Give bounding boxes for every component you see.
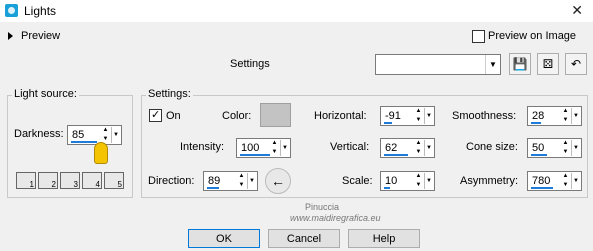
light-source-title: Light source: [12, 88, 79, 100]
vertical-stepper[interactable]: ▲ ▼ [414, 140, 423, 156]
asymmetry-spinbox[interactable]: 780 ▲ ▼ ▼ [527, 171, 582, 191]
cancel-button[interactable]: Cancel [268, 229, 340, 248]
smoothness-value: 28 [532, 110, 545, 122]
smoothness-slider[interactable] [531, 122, 541, 124]
on-label[interactable]: On [166, 110, 181, 122]
app-icon [5, 4, 18, 17]
intensity-dropdown[interactable]: ▼ [280, 140, 289, 156]
save-preset-button[interactable]: 💾 [509, 53, 531, 75]
darkness-value: 85 [72, 129, 85, 141]
smoothness-stepper[interactable]: ▲ ▼ [561, 108, 570, 124]
color-label: Color: [222, 110, 252, 122]
horizontal-spinbox[interactable]: -91 ▲ ▼ ▼ [380, 106, 435, 126]
floppy-disk-icon: 💾 [512, 57, 528, 71]
asymmetry-slider[interactable] [531, 187, 553, 189]
chevron-down-icon[interactable]: ▼ [485, 55, 500, 74]
light-preset-5[interactable]: 5 [104, 172, 124, 189]
intensity-value: 100 [241, 142, 260, 154]
vertical-spinbox[interactable]: 62 ▲ ▼ ▼ [380, 138, 435, 158]
preview-on-image-checkbox[interactable] [472, 30, 485, 43]
intensity-stepper[interactable]: ▲ ▼ [270, 140, 279, 156]
cone-size-spinbox[interactable]: 50 ▲ ▼ ▼ [527, 138, 582, 158]
preset-select[interactable]: ▼ [375, 54, 501, 75]
horizontal-stepper[interactable]: ▲ ▼ [414, 108, 423, 124]
light-preset-3[interactable]: 3 [60, 172, 80, 189]
direction-label: Direction: [148, 175, 195, 187]
scale-spinbox[interactable]: 10 ▲ ▼ ▼ [380, 171, 435, 191]
darkness-slider[interactable] [71, 141, 97, 143]
vertical-slider[interactable] [384, 154, 408, 156]
cone-size-label: Cone size: [466, 141, 518, 153]
cone-size-dropdown[interactable]: ▼ [571, 140, 580, 156]
dice-icon: ⚄ [542, 57, 554, 71]
direction-dropdown[interactable]: ▼ [247, 173, 256, 189]
direction-spinbox[interactable]: 89 ▲ ▼ ▼ [203, 171, 258, 191]
settings-title: Settings: [146, 88, 193, 100]
ok-button[interactable]: OK [188, 229, 260, 248]
on-checkbox[interactable] [149, 108, 162, 122]
expand-triangle-icon[interactable] [8, 32, 13, 40]
asymmetry-value: 780 [532, 175, 551, 187]
darkness-label: Darkness: [14, 128, 64, 140]
watermark-url: www.maidiregrafica.eu [290, 213, 381, 223]
direction-stepper[interactable]: ▲ ▼ [237, 173, 246, 189]
intensity-spinbox[interactable]: 100 ▲ ▼ ▼ [236, 138, 291, 158]
horizontal-slider[interactable] [384, 122, 392, 124]
smoothness-label: Smoothness: [452, 110, 517, 122]
close-button[interactable]: ✕ [571, 2, 583, 19]
horizontal-dropdown[interactable]: ▼ [424, 108, 433, 124]
scale-value: 10 [385, 175, 398, 187]
darkness-dropdown[interactable]: ▼ [111, 127, 120, 143]
light-preset-1[interactable]: 1 [16, 172, 36, 189]
smoothness-spinbox[interactable]: 28 ▲ ▼ ▼ [527, 106, 582, 126]
horizontal-label: Horizontal: [314, 110, 367, 122]
asymmetry-stepper[interactable]: ▲ ▼ [561, 173, 570, 189]
cone-size-value: 50 [532, 142, 545, 154]
cone-size-slider[interactable] [531, 154, 547, 156]
preview-toggle[interactable]: Preview [21, 30, 60, 42]
smoothness-dropdown[interactable]: ▼ [571, 108, 580, 124]
horizontal-value: -91 [385, 110, 401, 122]
reset-button[interactable]: ↶ [565, 53, 587, 75]
watermark-brand: Pinuccia [305, 202, 340, 212]
vertical-dropdown[interactable]: ▼ [424, 140, 433, 156]
vertical-label: Vertical: [330, 141, 370, 153]
help-button[interactable]: Help [348, 229, 420, 248]
intensity-label: Intensity: [180, 141, 225, 153]
scale-slider[interactable] [384, 187, 390, 189]
intensity-slider[interactable] [240, 154, 270, 156]
cone-size-stepper[interactable]: ▲ ▼ [561, 140, 570, 156]
preview-on-image-label[interactable]: Preview on Image [488, 30, 576, 42]
asymmetry-label: Asymmetry: [460, 175, 519, 187]
presets-label: Settings [230, 58, 270, 70]
hand-cursor-icon [94, 142, 108, 164]
direction-slider[interactable] [207, 187, 219, 189]
color-swatch[interactable] [260, 103, 291, 127]
scale-dropdown[interactable]: ▼ [424, 173, 433, 189]
reset-icon: ↶ [570, 57, 582, 71]
window-title: Lights [24, 4, 57, 18]
asymmetry-dropdown[interactable]: ▼ [571, 173, 580, 189]
scale-stepper[interactable]: ▲ ▼ [414, 173, 423, 189]
direction-value: 89 [208, 175, 221, 187]
darkness-spinbox[interactable]: 85 ▲ ▼ ▼ [67, 125, 122, 145]
light-preset-4[interactable]: 4 [82, 172, 102, 189]
randomize-button[interactable]: ⚄ [537, 53, 559, 75]
light-preset-2[interactable]: 2 [38, 172, 58, 189]
direction-wheel-icon[interactable]: ← [265, 168, 291, 194]
scale-label: Scale: [342, 175, 373, 187]
darkness-stepper[interactable]: ▲ ▼ [101, 127, 110, 143]
vertical-value: 62 [385, 142, 398, 154]
title-bar: Lights ✕ [0, 0, 593, 22]
